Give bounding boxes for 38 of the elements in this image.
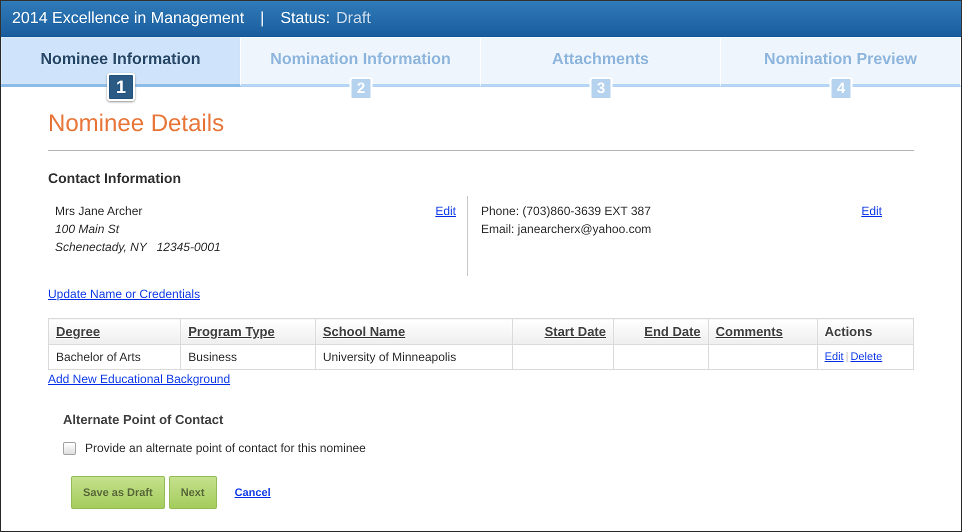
edit-link[interactable]: Edit	[861, 202, 882, 276]
column-header[interactable]: Start Date	[512, 318, 614, 344]
column-header[interactable]: Program Type	[180, 318, 316, 344]
separator-text: |	[260, 10, 264, 28]
checkbox-label: Provide an alternate point of contact for this nominee	[85, 441, 366, 455]
step-number: 2	[350, 77, 372, 100]
column-header[interactable]: End Date	[614, 318, 708, 344]
edit-link[interactable]: Edit	[824, 351, 844, 363]
column-header[interactable]: Comments	[708, 318, 818, 344]
edit-link[interactable]: Edit	[435, 202, 456, 276]
section-heading: Contact Information	[48, 170, 182, 186]
step-number: 1	[107, 73, 135, 101]
link-separator: |	[846, 351, 848, 363]
column-header[interactable]: School Name	[315, 318, 512, 344]
cancel-link[interactable]: Cancel	[234, 486, 271, 498]
update-credentials-link[interactable]: Update Name or Credentials	[48, 287, 200, 301]
delete-link[interactable]: Delete	[850, 351, 882, 363]
form-button[interactable]: Next	[168, 476, 217, 509]
checkbox[interactable]	[63, 442, 76, 454]
column-header[interactable]: Degree	[48, 318, 181, 344]
section-heading: Alternate Point of Contact	[63, 412, 224, 427]
form-button[interactable]: Save as Draft	[71, 476, 165, 509]
city-address: Schenectady, NY 12345-0001	[55, 239, 221, 256]
status-label: Status:	[280, 10, 330, 28]
step-number: 3	[590, 77, 612, 100]
form-title: 2014 Excellence in Management	[12, 10, 244, 28]
email-text: Email: janearcherx@yahoo.com	[481, 221, 652, 238]
step-number: 4	[830, 77, 852, 100]
add-education-link[interactable]: Add New Educational Background	[48, 372, 230, 386]
table-cell: Business	[180, 344, 316, 370]
column-header: Actions	[817, 318, 914, 344]
street-address: 100 Main St	[55, 221, 120, 238]
phone-text: Phone: (703)860-3639 EXT 387	[481, 203, 652, 220]
nominee-name: Mrs Jane Archer	[55, 203, 144, 220]
table-cell: Bachelor of Arts	[48, 344, 181, 370]
status-value: Draft	[336, 10, 371, 28]
page-title: Nominee Details	[48, 98, 914, 151]
table-cell: University of Minneapolis	[315, 344, 512, 370]
